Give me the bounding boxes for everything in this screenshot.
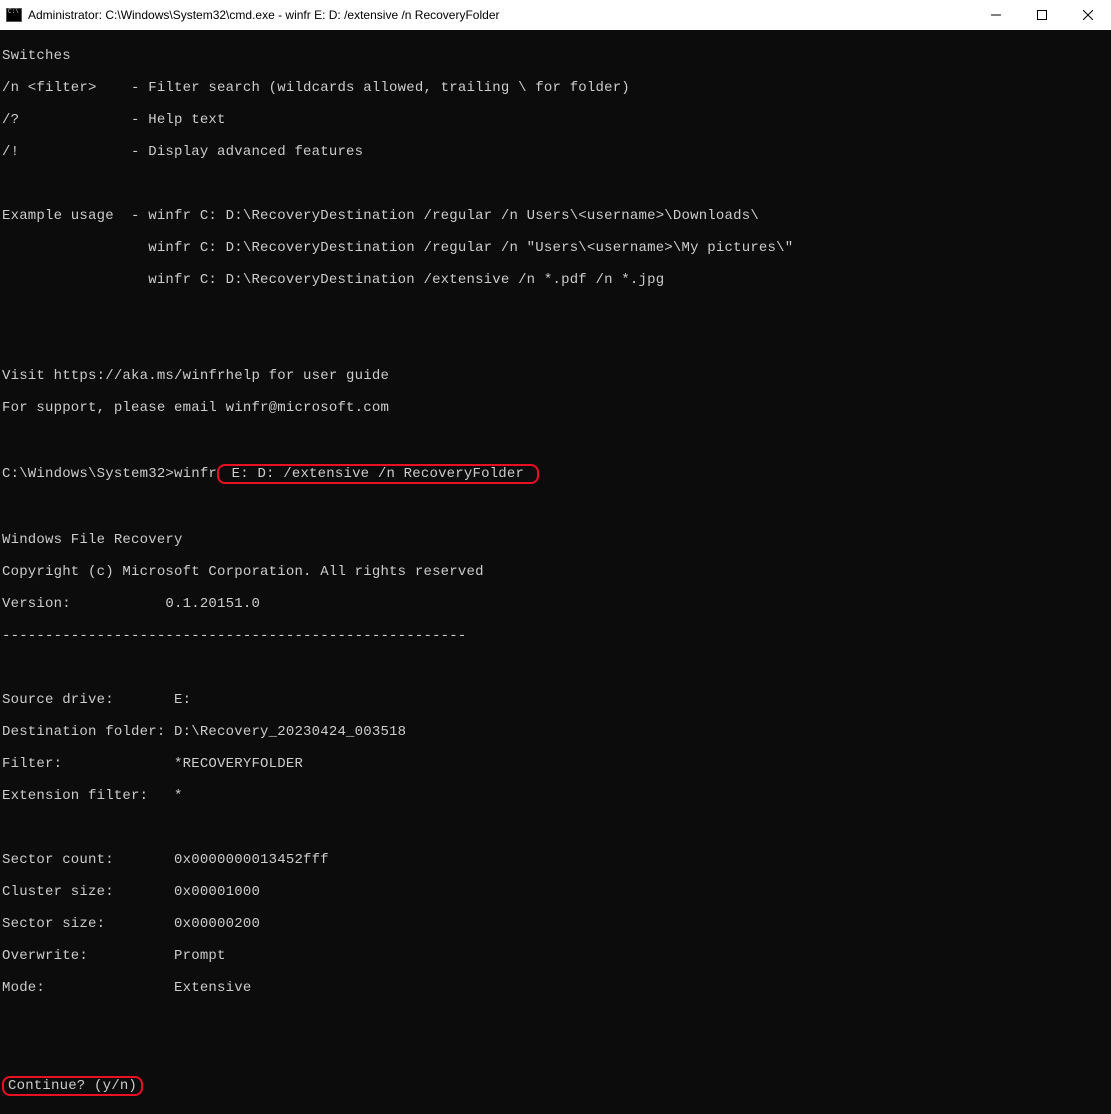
- prompt-prefix: C:\Windows\System32>winfr: [2, 466, 217, 482]
- output-line: [2, 176, 1109, 192]
- output-line: /? - Help text: [2, 112, 1109, 128]
- output-line: Filter: *RECOVERYFOLDER: [2, 756, 1109, 772]
- command-line: C:\Windows\System32>winfr E: D: /extensi…: [2, 464, 1109, 484]
- continue-prompt[interactable]: Continue? (y/n): [2, 1076, 143, 1096]
- output-line: Windows File Recovery: [2, 532, 1109, 548]
- output-line: [2, 820, 1109, 836]
- output-line: [2, 336, 1109, 352]
- prompt-line: Continue? (y/n): [2, 1076, 1109, 1096]
- maximize-button[interactable]: [1019, 0, 1065, 30]
- output-line: [2, 1044, 1109, 1060]
- window-title: Administrator: C:\Windows\System32\cmd.e…: [28, 8, 500, 22]
- minimize-button[interactable]: [973, 0, 1019, 30]
- output-line: [2, 660, 1109, 676]
- output-line: Destination folder: D:\Recovery_20230424…: [2, 724, 1109, 740]
- output-line: Visit https://aka.ms/winfrhelp for user …: [2, 368, 1109, 384]
- cmd-icon: [6, 8, 22, 22]
- window-titlebar: Administrator: C:\Windows\System32\cmd.e…: [0, 0, 1111, 30]
- output-line: Mode: Extensive: [2, 980, 1109, 996]
- output-line: Example usage - winfr C: D:\RecoveryDest…: [2, 208, 1109, 224]
- output-line: /! - Display advanced features: [2, 144, 1109, 160]
- maximize-icon: [1037, 10, 1047, 20]
- window-controls: [973, 0, 1111, 30]
- output-line: ----------------------------------------…: [2, 628, 1109, 644]
- output-line: Version: 0.1.20151.0: [2, 596, 1109, 612]
- output-line: /n <filter> - Filter search (wildcards a…: [2, 80, 1109, 96]
- output-line: Sector count: 0x0000000013452fff: [2, 852, 1109, 868]
- close-icon: [1083, 10, 1093, 20]
- output-line: Source drive: E:: [2, 692, 1109, 708]
- output-line: [2, 500, 1109, 516]
- minimize-icon: [991, 10, 1001, 20]
- output-line: winfr C: D:\RecoveryDestination /extensi…: [2, 272, 1109, 288]
- close-button[interactable]: [1065, 0, 1111, 30]
- output-line: Sector size: 0x00000200: [2, 916, 1109, 932]
- output-line: Switches: [2, 48, 1109, 64]
- highlighted-command: E: D: /extensive /n RecoveryFolder: [217, 464, 539, 484]
- output-line: Copyright (c) Microsoft Corporation. All…: [2, 564, 1109, 580]
- output-line: Cluster size: 0x00001000: [2, 884, 1109, 900]
- output-line: [2, 1012, 1109, 1028]
- output-line: winfr C: D:\RecoveryDestination /regular…: [2, 240, 1109, 256]
- titlebar-left: Administrator: C:\Windows\System32\cmd.e…: [6, 8, 500, 22]
- output-line: [2, 432, 1109, 448]
- output-line: Overwrite: Prompt: [2, 948, 1109, 964]
- output-line: [2, 304, 1109, 320]
- terminal-output[interactable]: Switches /n <filter> - Filter search (wi…: [0, 30, 1111, 1114]
- output-line: For support, please email winfr@microsof…: [2, 400, 1109, 416]
- output-line: Extension filter: *: [2, 788, 1109, 804]
